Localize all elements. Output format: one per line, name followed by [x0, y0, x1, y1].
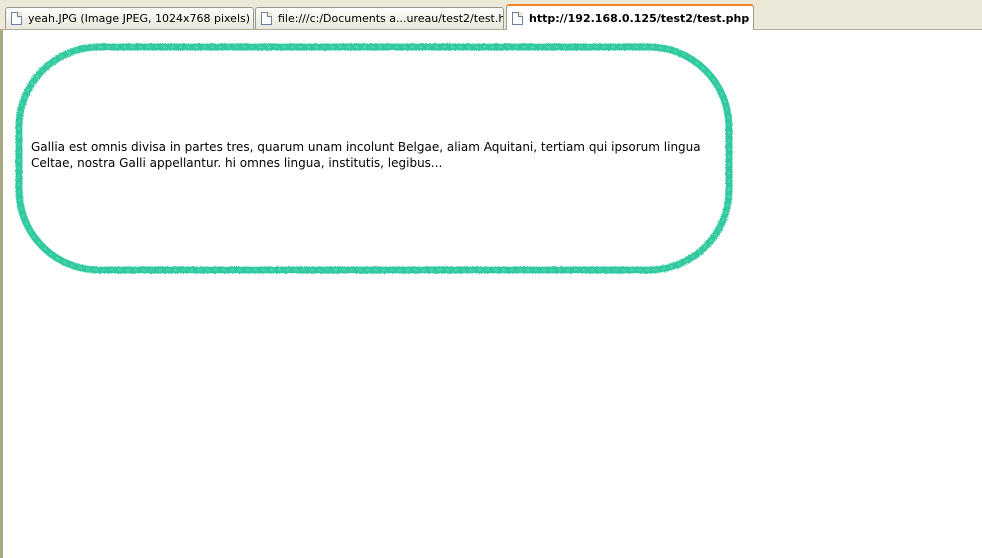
page-content: Gallia est omnis divisa in partes tres, … — [3, 30, 982, 558]
tab-yeah-jpg[interactable]: yeah.JPG (Image JPEG, 1024x768 pixels) — [5, 7, 254, 29]
paragraph-text: Gallia est omnis divisa in partes tres, … — [31, 140, 701, 170]
tab-label: file:///c:/Documents a...ureau/test2/tes… — [278, 12, 504, 25]
tab-strip: yeah.JPG (Image JPEG, 1024x768 pixels) f… — [0, 0, 982, 30]
tab-label: yeah.JPG (Image JPEG, 1024x768 pixels) — [28, 12, 251, 25]
tab-label: http://192.168.0.125/test2/test.php — [529, 11, 750, 25]
document-icon — [261, 12, 272, 25]
document-icon — [512, 11, 523, 25]
tab-test-php[interactable]: http://192.168.0.125/test2/test.php — [506, 4, 754, 30]
tab-test-html[interactable]: file:///c:/Documents a...ureau/test2/tes… — [255, 7, 504, 29]
document-icon — [11, 12, 22, 25]
browser-window: yeah.JPG (Image JPEG, 1024x768 pixels) f… — [0, 0, 982, 558]
